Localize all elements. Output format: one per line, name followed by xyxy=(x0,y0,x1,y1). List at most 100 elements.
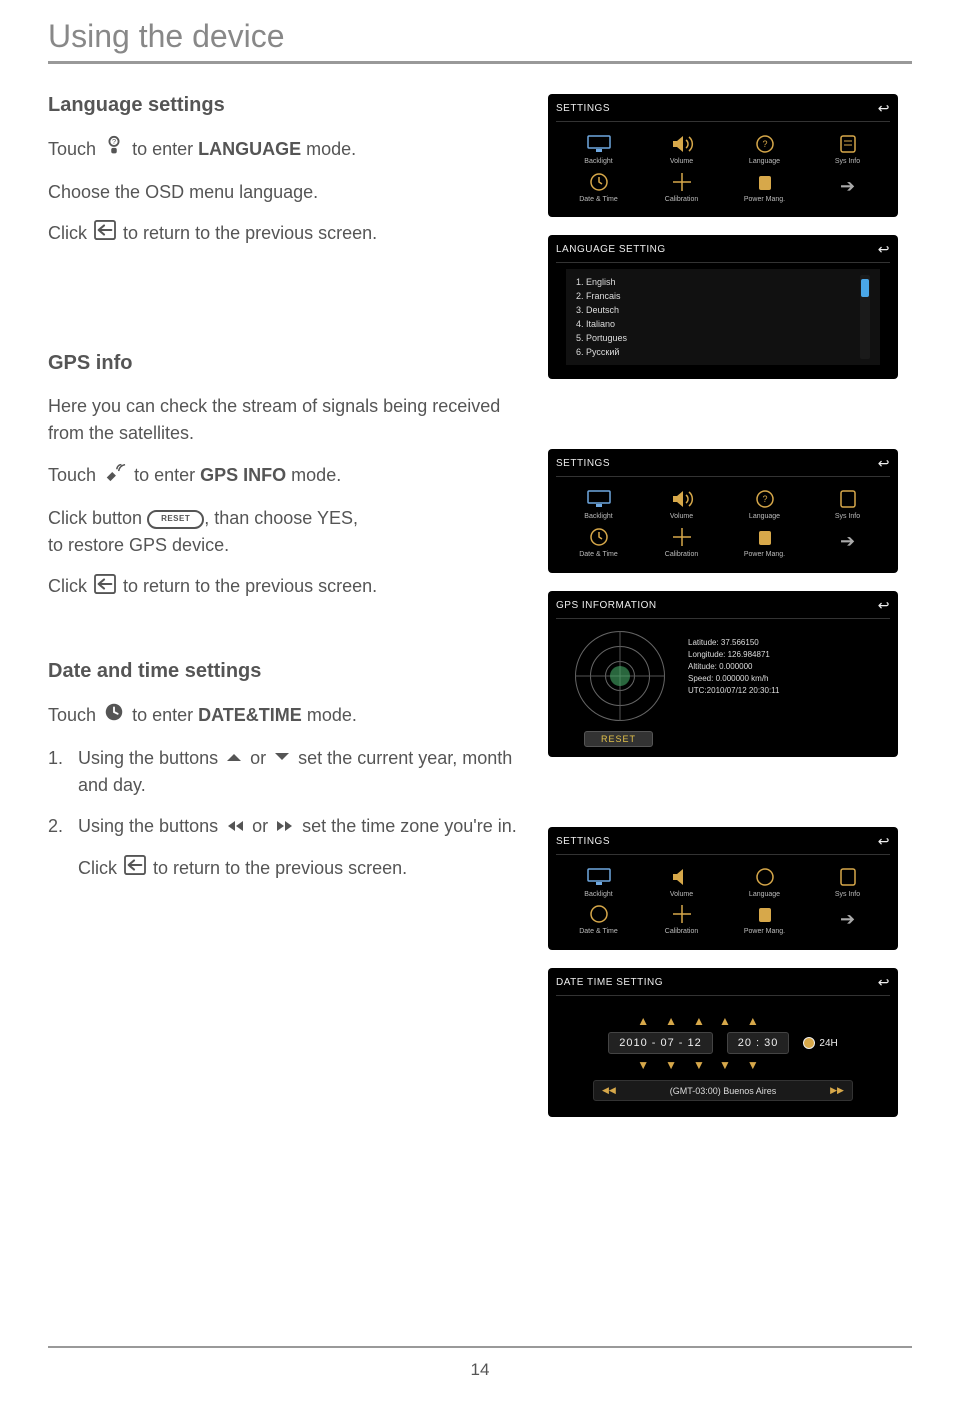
language-option[interactable]: 2. Francais xyxy=(576,289,850,303)
label: 24H xyxy=(819,1038,837,1049)
settings-item-backlight[interactable]: Backlight xyxy=(558,487,639,521)
globe-icon: ? xyxy=(750,487,780,511)
datetime-steps: 1. Using the buttons or set the current … xyxy=(48,745,528,842)
language-option[interactable]: 3. Deutsch xyxy=(576,303,850,317)
settings-item-datetime[interactable]: Date & Time xyxy=(558,525,639,559)
settings-item-volume[interactable]: Volume xyxy=(641,865,722,899)
arrows-up-row: ▲ ▲ ▲ ▲ ▲ xyxy=(637,1014,808,1028)
chevron-up-icon[interactable]: ▲ xyxy=(637,1014,649,1028)
settings-item-datetime[interactable]: Date & Time xyxy=(558,902,639,936)
back-icon[interactable]: ↩ xyxy=(878,833,890,850)
settings-item-power[interactable]: Power Mang. xyxy=(724,170,805,204)
settings-item-power[interactable]: Power Mang. xyxy=(724,525,805,559)
target-icon xyxy=(667,902,697,926)
text: to return to the previous screen. xyxy=(123,223,377,243)
page-title: Using the device xyxy=(48,18,912,55)
text-bold: GPS INFO xyxy=(200,465,286,485)
settings-item-volume[interactable]: Volume xyxy=(641,132,722,166)
settings-item-calibration[interactable]: Calibration xyxy=(641,170,722,204)
info-icon xyxy=(833,865,863,889)
chevron-up-icon[interactable]: ▲ xyxy=(693,1014,705,1028)
language-line3: Click to return to the previous screen. xyxy=(48,220,528,248)
screenshot-header: GPS INFORMATION ↩ xyxy=(556,597,890,619)
label: Backlight xyxy=(584,891,612,899)
settings-grid: Backlight Volume ? Language Sys Info Date… xyxy=(556,128,890,207)
step-text: Using the buttons or set the current yea… xyxy=(78,745,528,800)
settings-item-calibration[interactable]: Calibration xyxy=(641,902,722,936)
chevron-down-icon[interactable]: ▼ xyxy=(719,1058,731,1072)
back-icon xyxy=(94,220,116,248)
language-heading: Language settings xyxy=(48,94,528,117)
gps-readout: Latitude: 37.566150 Longitude: 126.98487… xyxy=(688,631,886,721)
settings-item-sysinfo[interactable]: Sys Info xyxy=(807,487,888,521)
text: Touch xyxy=(48,139,96,159)
text-bold: LANGUAGE xyxy=(198,139,301,159)
language-option[interactable]: 6. Русский xyxy=(576,345,850,359)
label: Language xyxy=(749,158,780,166)
footer-divider xyxy=(48,1346,912,1348)
screenshot-settings-1: SETTINGS ↩ Backlight Volume ?Language Sy… xyxy=(548,94,898,217)
language-option[interactable]: 5. Portugues xyxy=(576,331,850,345)
settings-item-language[interactable]: ? Language xyxy=(724,132,805,166)
label: Power Mang. xyxy=(744,196,785,204)
datetime-last-line: Click to return to the previous screen. xyxy=(48,855,528,883)
next-page-icon[interactable]: ➔ xyxy=(807,525,888,559)
settings-item-volume[interactable]: Volume xyxy=(641,487,722,521)
info-icon xyxy=(833,132,863,156)
label: Sys Info xyxy=(835,513,860,521)
forward-icon[interactable]: ▶▶ xyxy=(830,1085,844,1096)
globe-icon: ? xyxy=(750,132,780,156)
text: Click button xyxy=(48,508,142,528)
power-icon xyxy=(750,902,780,926)
text: Using the buttons xyxy=(78,748,218,768)
reset-button[interactable]: RESET xyxy=(584,731,653,747)
text: Click xyxy=(48,223,87,243)
label: Date & Time xyxy=(579,196,618,204)
chevron-up-icon[interactable]: ▲ xyxy=(719,1014,731,1028)
chevron-down-icon[interactable]: ▼ xyxy=(693,1058,705,1072)
clock-icon xyxy=(584,170,614,194)
text: set the time zone you're in. xyxy=(302,816,517,836)
svg-text:?: ? xyxy=(112,137,116,146)
scrollbar[interactable] xyxy=(860,275,870,359)
timezone-selector[interactable]: ◀◀ (GMT-03:00) Buenos Aires ▶▶ xyxy=(593,1080,853,1101)
chevron-down-icon[interactable]: ▼ xyxy=(637,1058,649,1072)
settings-item-language[interactable]: ?Language xyxy=(724,487,805,521)
back-icon[interactable]: ↩ xyxy=(878,455,890,472)
chevron-up-icon xyxy=(225,745,243,772)
next-page-icon[interactable]: ➔ xyxy=(807,170,888,204)
settings-item-sysinfo[interactable]: Sys Info xyxy=(807,132,888,166)
clock-icon xyxy=(584,902,614,926)
label: Calibration xyxy=(665,928,698,936)
back-icon[interactable]: ↩ xyxy=(878,974,890,991)
text: , than choose YES, xyxy=(204,508,358,528)
settings-item-sysinfo[interactable]: Sys Info xyxy=(807,865,888,899)
label: Volume xyxy=(670,891,693,899)
chevron-up-icon[interactable]: ▲ xyxy=(747,1014,759,1028)
back-icon[interactable]: ↩ xyxy=(878,100,890,117)
screenshot-title: SETTINGS xyxy=(556,458,610,469)
time-field: 20 : 30 xyxy=(727,1032,790,1054)
settings-item-backlight[interactable]: Backlight xyxy=(558,132,639,166)
settings-grid: Backlight Volume Language Sys Info Date … xyxy=(556,861,890,940)
settings-item-language[interactable]: Language xyxy=(724,865,805,899)
page-number: 14 xyxy=(0,1360,960,1380)
settings-item-backlight[interactable]: Backlight xyxy=(558,865,639,899)
monitor-icon xyxy=(584,865,614,889)
24h-toggle[interactable]: 24H xyxy=(803,1037,837,1049)
label: Date & Time xyxy=(579,551,618,559)
settings-item-datetime[interactable]: Date & Time xyxy=(558,170,639,204)
next-page-icon[interactable]: ➔ xyxy=(807,902,888,936)
gps-line3: Click button RESET, than choose YES, to … xyxy=(48,505,528,559)
chevron-up-icon[interactable]: ▲ xyxy=(665,1014,677,1028)
chevron-down-icon[interactable]: ▼ xyxy=(747,1058,759,1072)
text: to enter xyxy=(132,704,193,724)
back-icon[interactable]: ↩ xyxy=(878,241,890,258)
rewind-icon[interactable]: ◀◀ xyxy=(602,1085,616,1096)
language-option[interactable]: 1. English xyxy=(576,275,850,289)
settings-item-power[interactable]: Power Mang. xyxy=(724,902,805,936)
language-option[interactable]: 4. Italiano xyxy=(576,317,850,331)
back-icon[interactable]: ↩ xyxy=(878,597,890,614)
settings-item-calibration[interactable]: Calibration xyxy=(641,525,722,559)
chevron-down-icon[interactable]: ▼ xyxy=(665,1058,677,1072)
